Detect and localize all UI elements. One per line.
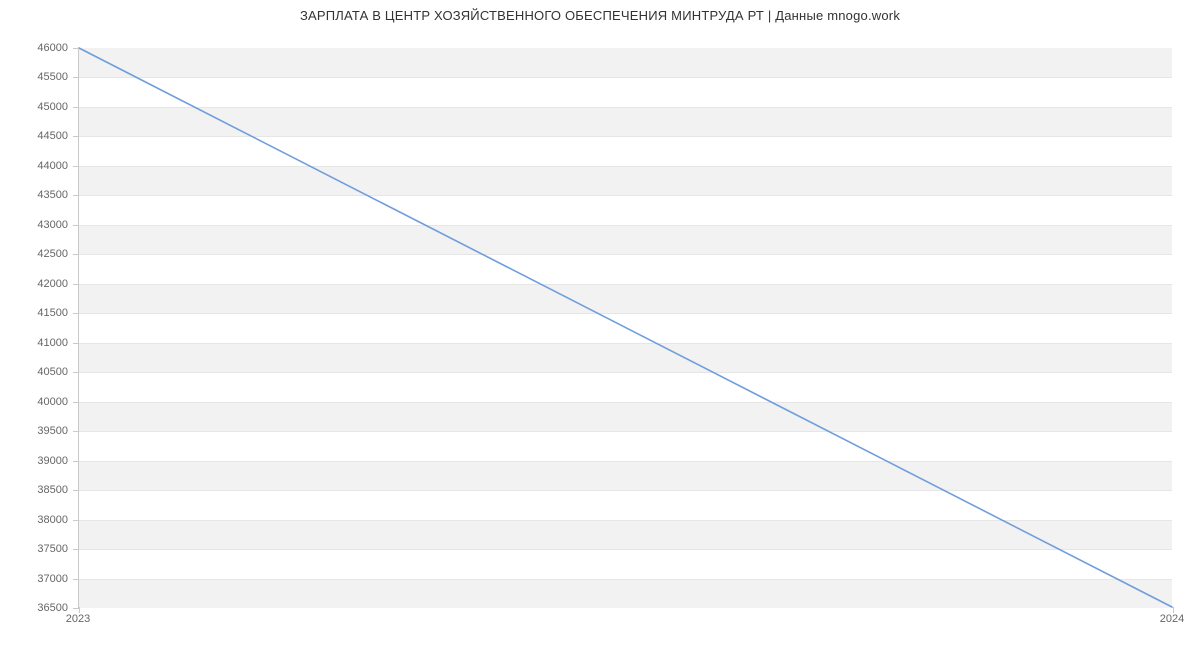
y-tick (73, 343, 79, 344)
y-axis-label: 41000 (8, 337, 68, 349)
y-tick (73, 254, 79, 255)
y-tick (73, 136, 79, 137)
y-axis-label: 38000 (8, 514, 68, 526)
plot-area (78, 48, 1172, 608)
y-tick (73, 313, 79, 314)
x-axis-label: 2024 (1160, 613, 1184, 625)
y-tick (73, 48, 79, 49)
y-axis-label: 46000 (8, 42, 68, 54)
chart-title: ЗАРПЛАТА В ЦЕНТР ХОЗЯЙСТВЕННОГО ОБЕСПЕЧЕ… (0, 8, 1200, 23)
y-tick (73, 431, 79, 432)
y-axis-label: 41500 (8, 307, 68, 319)
y-tick (73, 372, 79, 373)
y-tick (73, 402, 79, 403)
y-axis-label: 37500 (8, 543, 68, 555)
y-tick (73, 225, 79, 226)
y-axis-label: 45000 (8, 101, 68, 113)
y-tick (73, 579, 79, 580)
y-tick (73, 490, 79, 491)
chart-container: ЗАРПЛАТА В ЦЕНТР ХОЗЯЙСТВЕННОГО ОБЕСПЕЧЕ… (0, 0, 1200, 650)
y-tick (73, 166, 79, 167)
y-tick (73, 520, 79, 521)
y-axis-label: 37000 (8, 573, 68, 585)
y-axis-label: 43000 (8, 219, 68, 231)
y-axis-label: 43500 (8, 189, 68, 201)
y-axis-label: 42000 (8, 278, 68, 290)
x-axis-label: 2023 (66, 613, 90, 625)
y-tick (73, 107, 79, 108)
y-axis-label: 39500 (8, 425, 68, 437)
y-axis-label: 44500 (8, 130, 68, 142)
y-axis-label: 42500 (8, 248, 68, 260)
y-tick (73, 195, 79, 196)
y-tick (73, 77, 79, 78)
y-axis-label: 45500 (8, 71, 68, 83)
y-axis-label: 44000 (8, 160, 68, 172)
y-tick (73, 284, 79, 285)
y-axis-label: 40500 (8, 366, 68, 378)
y-axis-label: 38500 (8, 484, 68, 496)
y-axis-label: 39000 (8, 455, 68, 467)
y-axis-label: 40000 (8, 396, 68, 408)
y-tick (73, 461, 79, 462)
series-line (79, 48, 1172, 607)
y-tick (73, 549, 79, 550)
y-axis-label: 36500 (8, 602, 68, 614)
